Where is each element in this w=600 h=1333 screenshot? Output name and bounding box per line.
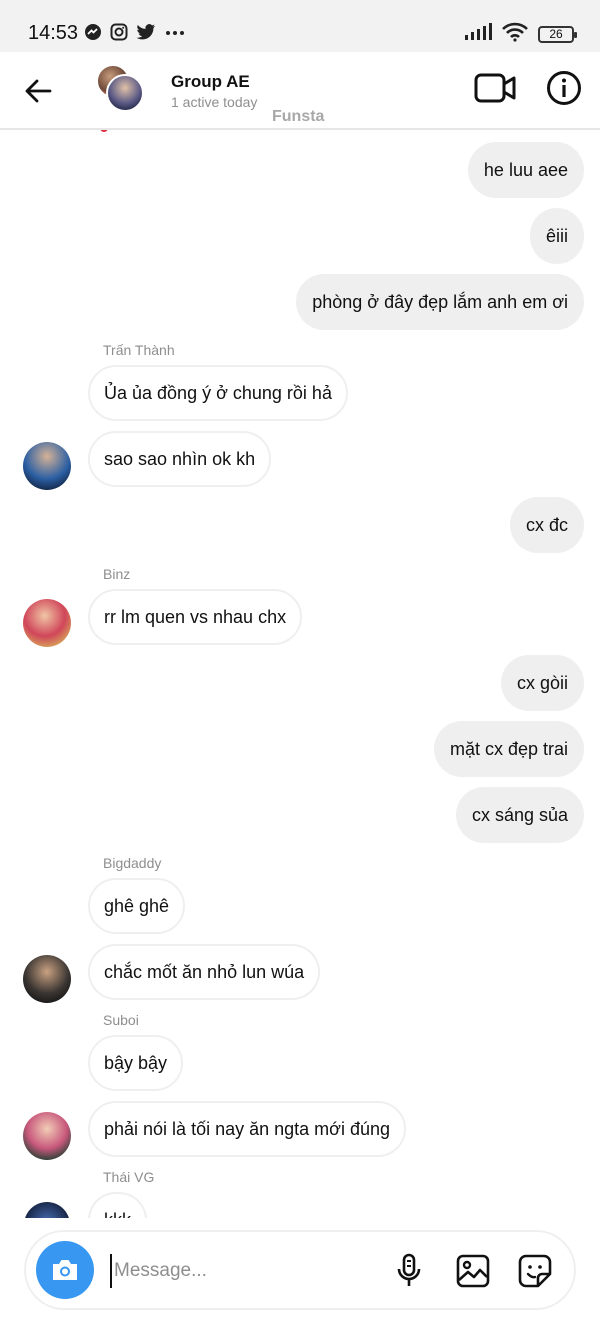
message-bubble-incoming[interactable]: ghê ghê: [88, 878, 186, 934]
status-time: 14:53: [28, 22, 79, 44]
active-status: 1 active today: [171, 94, 258, 110]
system-icons: 26: [464, 22, 577, 47]
message-bubble-outgoing[interactable]: cx đc: [509, 497, 584, 553]
message-bubble-incoming[interactable]: sao sao nhìn ok kh: [88, 431, 272, 487]
wifi-icon: [502, 22, 528, 47]
video-call-icon[interactable]: [474, 70, 516, 106]
back-arrow-icon[interactable]: [22, 74, 56, 108]
message-bubble-incoming[interactable]: chắc mốt ăn nhỏ lun wúa: [88, 944, 321, 1000]
message-list[interactable]: he luu aee êiii phòng ở đây đẹp lắm anh …: [0, 130, 600, 1218]
status-bar: 14:53 26: [0, 0, 600, 52]
message-bubble-outgoing[interactable]: êiii: [529, 208, 584, 264]
camera-icon[interactable]: [36, 1241, 94, 1299]
message-bubble-outgoing[interactable]: cx sáng sủa: [455, 787, 584, 843]
group-title[interactable]: Group AE: [171, 72, 250, 92]
message-bubble-outgoing[interactable]: he luu aee: [467, 142, 584, 198]
sender-avatar[interactable]: [23, 1112, 71, 1160]
chat-header: Group AE 1 active today Funsta: [0, 52, 600, 130]
group-avatar-member-2: [106, 74, 144, 112]
funsta-watermark: Funsta: [272, 108, 325, 125]
notification-icons: [84, 23, 186, 46]
messenger-icon: [84, 23, 102, 46]
message-bubble-incoming[interactable]: Ủa ủa đồng ý ở chung rồi hả: [88, 365, 348, 421]
sender-avatar[interactable]: [24, 1202, 70, 1218]
sender-name: Suboi: [103, 1012, 139, 1028]
message-bubble-incoming[interactable]: rr lm quen vs nhau chx: [88, 589, 303, 645]
twitter-icon: [136, 23, 156, 46]
message-composer: [24, 1230, 576, 1310]
more-dots-icon: [164, 23, 186, 46]
message-bubble-incoming[interactable]: kkk: [88, 1192, 147, 1218]
message-bubble-incoming[interactable]: bậy bậy: [88, 1035, 184, 1091]
message-bubble-outgoing[interactable]: phòng ở đây đẹp lắm anh em ơi: [296, 274, 584, 330]
microphone-icon[interactable]: [390, 1252, 428, 1290]
message-bubble-incoming[interactable]: phải nói là tối nay ăn ngta mới đúng: [88, 1101, 406, 1157]
sender-name: Bigdaddy: [103, 855, 162, 871]
gallery-icon[interactable]: [454, 1252, 492, 1290]
sender-avatar[interactable]: [23, 442, 71, 490]
battery-icon: 26: [538, 26, 577, 43]
sender-name: Thái VG: [103, 1169, 155, 1185]
group-avatar-icon[interactable]: [96, 64, 148, 116]
instagram-icon: [110, 23, 128, 46]
sticker-icon[interactable]: [516, 1252, 554, 1290]
message-bubble-outgoing[interactable]: mặt cx đẹp trai: [433, 721, 584, 777]
sender-name: Trấn Thành: [103, 342, 175, 358]
signal-icon: [464, 23, 492, 46]
sender-avatar[interactable]: [23, 955, 71, 1003]
message-bubble-outgoing[interactable]: cx gòii: [500, 655, 584, 711]
reaction-dot: [100, 130, 108, 132]
sender-name: Binz: [103, 566, 131, 582]
message-input[interactable]: [110, 1254, 380, 1288]
info-icon[interactable]: [546, 70, 582, 106]
sender-avatar[interactable]: [23, 599, 71, 647]
